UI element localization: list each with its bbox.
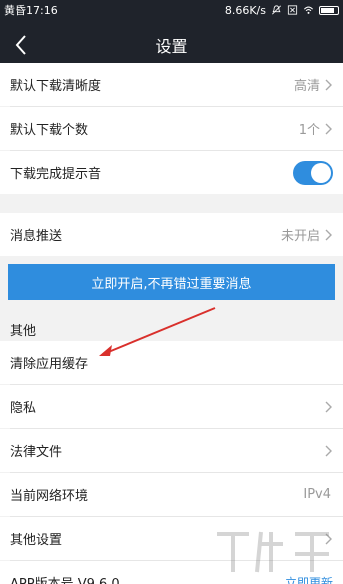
download-count-row[interactable]: 默认下载个数 1个 [0, 107, 343, 150]
download-sound-toggle[interactable] [293, 160, 333, 185]
privacy-row[interactable]: 隐私 [0, 385, 343, 428]
chevron-right-icon [325, 229, 332, 240]
push-row[interactable]: 消息推送 未开启 [0, 213, 343, 256]
network-row: 当前网络环境 IPv4 [0, 473, 343, 516]
legal-row[interactable]: 法律文件 [0, 429, 343, 472]
legal-label: 法律文件 [10, 445, 63, 460]
download-quality-value: 高清 [293, 79, 320, 94]
download-sound-row: 下载完成提示音 [0, 151, 343, 194]
download-quality-row[interactable]: 默认下载清晰度 高清 [0, 63, 343, 106]
download-quality-label: 默认下载清晰度 [10, 79, 102, 94]
push-value: 未开启 [280, 229, 320, 244]
network-label: 当前网络环境 [10, 489, 89, 504]
mute-icon [272, 5, 281, 15]
chevron-right-icon [325, 401, 332, 412]
section-other-title: 其他 [10, 324, 37, 339]
page-title: 设置 [155, 37, 188, 56]
download-count-label: 默认下载个数 [10, 123, 89, 138]
watermark-logo [217, 531, 329, 573]
status-time: 黄昏17:16 [4, 4, 58, 17]
clear-cache-label: 清除应用缓存 [10, 357, 89, 372]
privacy-label: 隐私 [10, 401, 37, 416]
close-box-icon [287, 5, 298, 15]
chevron-right-icon [325, 79, 332, 90]
download-sound-label: 下载完成提示音 [10, 167, 102, 182]
enable-push-button[interactable]: 立即开启,不再错过重要消息 [8, 264, 335, 300]
back-arrow-icon[interactable] [10, 32, 34, 58]
status-icons: 8.66K/s [225, 4, 339, 17]
status-bar: 黄昏17:16 8.66K/s [0, 0, 343, 20]
battery-icon [319, 5, 339, 15]
toggle-knob [311, 162, 331, 183]
clear-cache-row[interactable]: 清除应用缓存 [0, 341, 343, 384]
push-label: 消息推送 [10, 229, 63, 244]
wifi-icon [303, 6, 314, 14]
download-count-value: 1个 [298, 123, 320, 138]
chevron-right-icon [325, 445, 332, 456]
chevron-right-icon [325, 123, 332, 134]
network-speed: 8.66K/s [224, 3, 266, 17]
network-value: IPv4 [303, 487, 331, 502]
